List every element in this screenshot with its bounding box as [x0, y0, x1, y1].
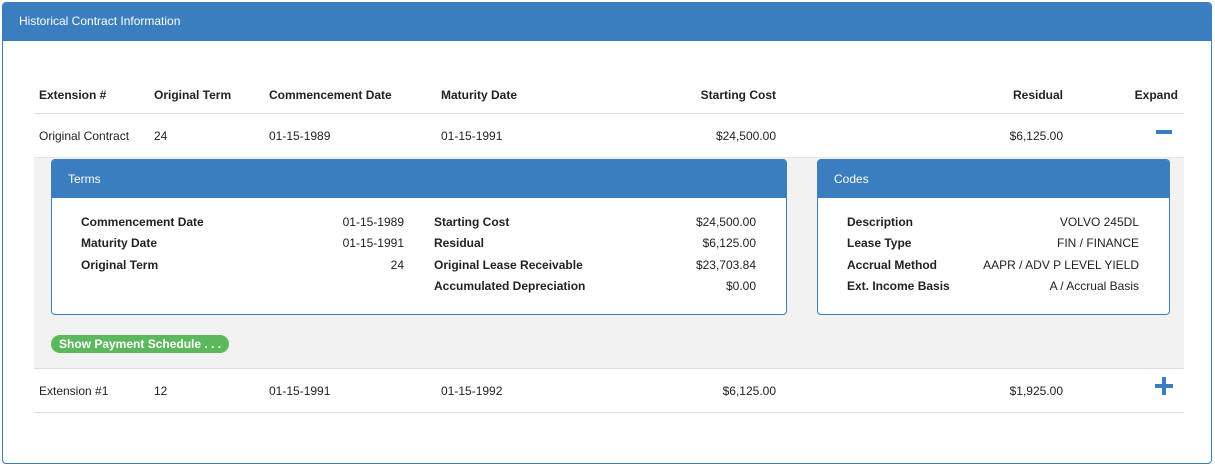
minus-icon[interactable]: [1156, 129, 1172, 134]
terms-item: Original Lease Receivable $23,703.84: [434, 254, 756, 276]
terms-title: Terms: [52, 160, 786, 198]
row-maturity-date: 01-15-1991: [441, 128, 503, 143]
contract-detail: Terms Commencement Date 01-15-1989 Matur…: [34, 158, 1184, 368]
terms-value: $6,125.00: [702, 236, 756, 251]
terms-item: Original Term 24: [81, 254, 404, 276]
terms-item: Starting Cost $24,500.00: [434, 211, 756, 233]
table-header: Extension # Original Term Commencement D…: [34, 76, 1184, 114]
terms-value: $0.00: [725, 279, 756, 294]
codes-value: A / Accrual Basis: [1049, 279, 1139, 294]
row-commencement-date: 01-15-1989: [269, 128, 331, 143]
terms-value: 01-15-1991: [342, 236, 404, 251]
row-starting-cost: $24,500.00: [715, 128, 776, 143]
row-extension: Extension #1: [39, 383, 109, 398]
row-original-term: 12: [154, 383, 168, 398]
codes-item: Accrual Method AAPR / ADV P LEVEL YIELD: [847, 254, 1139, 276]
row-maturity-date: 01-15-1992: [441, 383, 503, 398]
row-commencement-date: 01-15-1991: [269, 383, 331, 398]
terms-value: $24,500.00: [695, 214, 756, 229]
row-extension: Original Contract: [39, 128, 130, 143]
expand-button[interactable]: [1124, 369, 1178, 412]
terms-label: Maturity Date: [81, 236, 158, 251]
header-starting-cost: Starting Cost: [700, 87, 776, 102]
codes-label: Accrual Method: [847, 257, 938, 272]
header-original-term: Original Term: [154, 87, 232, 102]
terms-label: Residual: [434, 236, 485, 251]
header-expand: Expand: [1134, 87, 1178, 102]
codes-value: AAPR / ADV P LEVEL YIELD: [983, 257, 1139, 272]
terms-label: Original Lease Receivable: [434, 257, 583, 272]
terms-item: Accumulated Depreciation $0.00: [434, 276, 756, 298]
terms-label: Accumulated Depreciation: [434, 279, 586, 294]
table-row: Extension #1 12 01-15-1991 01-15-1992 $6…: [34, 368, 1184, 413]
terms-label: Commencement Date: [81, 214, 204, 229]
row-starting-cost: $6,125.00: [722, 383, 776, 398]
row-residual: $1,925.00: [1009, 383, 1063, 398]
header-commencement-date: Commencement Date: [269, 87, 392, 102]
codes-box: Codes Description VOLVO 245DL Lease Type…: [817, 159, 1170, 315]
codes-item: Lease Type FIN / FINANCE: [847, 233, 1139, 255]
codes-item: Description VOLVO 245DL: [847, 211, 1139, 233]
codes-title: Codes: [818, 160, 1169, 198]
terms-box: Terms Commencement Date 01-15-1989 Matur…: [51, 159, 787, 315]
plus-icon[interactable]: [1154, 376, 1174, 396]
codes-item: Ext. Income Basis A / Accrual Basis: [847, 276, 1139, 298]
table-row: Original Contract 24 01-15-1989 01-15-19…: [34, 114, 1184, 158]
terms-label: Starting Cost: [434, 214, 510, 229]
header-maturity-date: Maturity Date: [441, 87, 518, 102]
historical-contract-panel: Historical Contract Information Extensio…: [2, 2, 1212, 464]
terms-value: 01-15-1989: [342, 214, 404, 229]
codes-value: FIN / FINANCE: [1056, 236, 1139, 251]
codes-label: Ext. Income Basis: [847, 279, 950, 294]
show-payment-schedule-button[interactable]: Show Payment Schedule . . .: [51, 335, 230, 353]
row-original-term: 24: [154, 128, 168, 143]
header-extension: Extension #: [39, 87, 107, 102]
panel-title: Historical Contract Information: [3, 3, 1211, 41]
terms-item: Commencement Date 01-15-1989: [81, 211, 404, 233]
terms-item: Residual $6,125.00: [434, 233, 756, 255]
terms-item: Maturity Date 01-15-1991: [81, 233, 404, 255]
codes-value: VOLVO 245DL: [1059, 214, 1139, 229]
codes-label: Lease Type: [847, 236, 912, 251]
terms-value: 24: [390, 257, 404, 272]
row-residual: $6,125.00: [1009, 128, 1063, 143]
collapse-button[interactable]: [1124, 114, 1178, 157]
terms-label: Original Term: [81, 257, 159, 272]
header-residual: Residual: [1012, 87, 1063, 102]
codes-label: Description: [847, 214, 914, 229]
terms-value: $23,703.84: [695, 257, 756, 272]
